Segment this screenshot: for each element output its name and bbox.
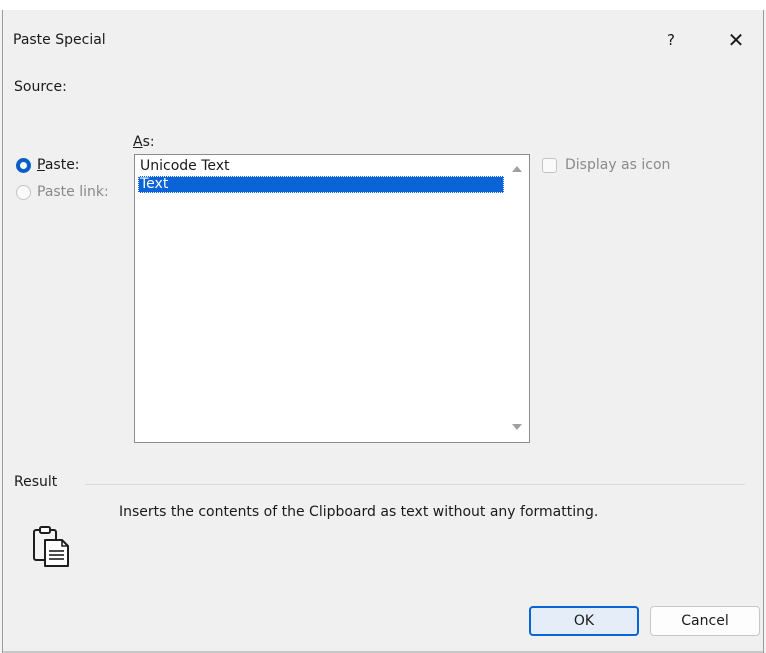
listbox-scrollbar[interactable]	[507, 156, 527, 441]
paste-link-radio-label: Paste link:	[37, 184, 109, 200]
radio-selected-icon[interactable]	[16, 157, 31, 173]
radio-unselected-icon[interactable]	[16, 184, 31, 200]
display-as-icon-label: Display as icon	[565, 157, 671, 173]
list-item-selected[interactable]: Text	[138, 176, 504, 193]
scroll-down-arrow-icon[interactable]	[512, 424, 522, 430]
source-label: Source:	[14, 79, 67, 95]
ok-button[interactable]: OK	[529, 606, 639, 636]
paste-link-radio[interactable]: Paste link:	[16, 184, 109, 200]
result-description: Inserts the contents of the Clipboard as…	[119, 504, 599, 520]
scroll-up-arrow-icon[interactable]	[512, 166, 522, 172]
as-label-rest: s:	[142, 134, 155, 150]
as-listbox[interactable]: Unicode Text Text	[134, 154, 530, 443]
clipboard-paste-icon	[33, 526, 69, 567]
result-group-divider	[85, 484, 745, 485]
as-label-accelerator: A	[133, 134, 143, 150]
list-item[interactable]: Unicode Text	[138, 158, 504, 175]
top-strip	[0, 0, 766, 10]
paste-radio-accelerator: P	[37, 157, 45, 173]
checkbox-box[interactable]	[542, 157, 557, 173]
close-button[interactable]: ✕	[722, 28, 750, 52]
paste-radio[interactable]: Paste:	[16, 157, 80, 173]
display-as-icon-checkbox[interactable]: Display as icon	[542, 157, 670, 173]
paste-radio-label: Paste:	[37, 157, 80, 173]
paste-radio-label-rest: aste:	[44, 157, 80, 173]
paste-special-dialog: Paste Special ? ✕ Source: As: Paste: Pas…	[2, 10, 764, 653]
title-bar: Paste Special ? ✕	[3, 10, 763, 72]
help-button[interactable]: ?	[659, 28, 683, 52]
dialog-title: Paste Special	[13, 32, 106, 48]
cancel-button[interactable]: Cancel	[650, 606, 760, 636]
as-label: As:	[133, 134, 155, 150]
result-group-label: Result	[14, 474, 58, 490]
